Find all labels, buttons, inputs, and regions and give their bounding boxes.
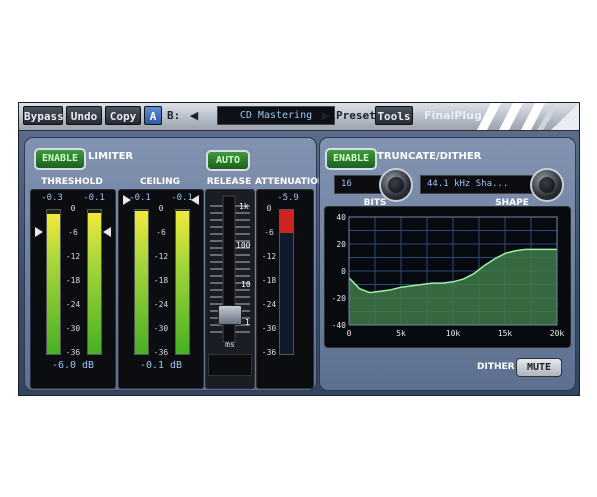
graph-x-tick-label: 15k — [498, 329, 513, 338]
dither-panel: ENABLE TRUNCATE/DITHER 16 BITS 44.1 kHz … — [319, 137, 576, 391]
preset-prev-arrow-icon[interactable]: ◀ — [187, 106, 201, 125]
attenuation-meter-panel: -5.9 0 -6 -12 -18 -24 -30 -36 — [256, 189, 314, 389]
attenuation-label: ATTENUATION — [255, 177, 326, 187]
toolbar: Bypass Undo Copy A B: ◀ CD Mastering ▶ P… — [19, 103, 579, 131]
meter-scale-tick: -24 — [261, 300, 277, 309]
dither-label: DITHER — [477, 362, 515, 372]
noise-shape-chart: 40200-20-400 5k 10k 15k 20k — [332, 213, 565, 338]
graph-y-tick-label: 40 — [336, 213, 346, 222]
limiter-title: LIMITER — [88, 151, 134, 162]
release-readout — [208, 354, 252, 376]
meter-scale-tick: -30 — [153, 324, 169, 333]
ceiling-label: CEILING — [139, 177, 181, 187]
attenuation-meter-fill — [280, 210, 293, 234]
release-auto-button[interactable]: AUTO — [206, 150, 250, 171]
meter-scale-tick: 0 — [158, 204, 164, 213]
meter-scale-tick: -24 — [153, 300, 169, 309]
graph-y-tick-label: -40 — [332, 321, 347, 330]
threshold-readout[interactable]: -6.0 dB — [31, 360, 115, 371]
brand-name: FinalPlug — [424, 109, 482, 122]
meter-scale-tick: -18 — [65, 276, 81, 285]
noise-shape-graph: 40 20 0 -20 -40 0 5k 10k 15k 20k — [324, 206, 571, 348]
meter-scale-tick: -24 — [65, 300, 81, 309]
copy-button[interactable]: Copy — [105, 106, 141, 125]
ceiling-right-meter — [175, 209, 190, 355]
threshold-label: THRESHOLD — [41, 177, 103, 187]
limiter-panel: ENABLE LIMITER AUTO THRESHOLD -0.3 -0.1 … — [24, 137, 326, 391]
threshold-left-peak-value: -0.3 — [41, 193, 63, 203]
graph-x-tick-label: 20k — [550, 329, 565, 338]
ceiling-left-meter-fill — [135, 211, 148, 354]
meter-scale-tick: -30 — [261, 324, 277, 333]
release-fader-handle[interactable] — [218, 304, 242, 325]
release-fader-scale — [210, 195, 250, 343]
threshold-left-meter-fill — [47, 214, 60, 354]
shape-knob[interactable] — [530, 168, 564, 202]
meter-scale-tick: -18 — [153, 276, 169, 285]
graph-x-tick-label: 10k — [446, 329, 461, 338]
threshold-right-peak-value: -0.1 — [83, 193, 105, 203]
threshold-left-meter — [46, 209, 61, 355]
bypass-button[interactable]: Bypass — [23, 106, 64, 125]
plugin-body: ENABLE LIMITER AUTO THRESHOLD -0.3 -0.1 … — [19, 131, 579, 395]
meter-scale-tick: -36 — [65, 348, 81, 357]
mute-button[interactable]: MUTE — [516, 358, 562, 377]
attenuation-value: -5.9 — [277, 193, 299, 203]
graph-x-tick-label: 0 — [347, 329, 352, 338]
release-fader-panel: 1k 100 10 1 ms — [205, 189, 255, 389]
meter-scale-tick: -18 — [261, 276, 277, 285]
meter-scale-tick: -30 — [65, 324, 81, 333]
ceiling-meter-panel: -0.1 -0.1 0 -6 -12 -18 -24 -30 -36 -0.1 dB — [118, 189, 204, 389]
ceiling-right-meter-fill — [176, 211, 189, 354]
ceiling-left-meter — [134, 209, 149, 355]
ab-b-button[interactable]: B: — [167, 106, 185, 125]
release-label: RELEASE — [206, 177, 252, 187]
meter-scale-tick: -12 — [153, 252, 169, 261]
meter-scale-tick: -6 — [68, 228, 78, 237]
meter-scale-tick: -6 — [264, 228, 274, 237]
release-scale-10: 10 — [241, 280, 251, 289]
dither-title: TRUNCATE/DITHER — [377, 151, 482, 162]
meter-scale-tick: -6 — [156, 228, 166, 237]
meter-scale-tick: -12 — [261, 252, 277, 261]
meter-scale-tick: 0 — [70, 204, 76, 213]
ceiling-right-slider-handle[interactable] — [191, 195, 199, 205]
threshold-meter-panel: -0.3 -0.1 0 -6 -12 -18 -24 -30 -36 -6.0 dB — [30, 189, 116, 389]
dither-enable-button[interactable]: ENABLE — [325, 148, 377, 170]
brand-logo-icon — [477, 103, 579, 130]
graph-y-tick-label: -20 — [332, 294, 347, 303]
release-scale-1k: 1k — [239, 202, 249, 211]
bits-field[interactable]: 16 — [334, 175, 384, 194]
bits-knob[interactable] — [379, 168, 413, 202]
threshold-left-slider-handle[interactable] — [35, 227, 43, 237]
preset-next-arrow-icon[interactable]: ▶ — [319, 106, 333, 125]
shape-field[interactable]: 44.1 kHz Sha... — [420, 175, 538, 194]
tools-menu-button[interactable]: Tools — [375, 106, 413, 125]
preset-menu-button[interactable]: Preset — [336, 106, 376, 125]
meter-scale-tick: -36 — [261, 348, 277, 357]
release-unit: ms — [225, 340, 235, 349]
threshold-right-slider-handle[interactable] — [103, 227, 111, 237]
meter-scale-tick: -12 — [65, 252, 81, 261]
graph-y-tick-label: 20 — [336, 240, 346, 249]
release-scale-100: 100 — [236, 241, 251, 250]
threshold-right-meter — [87, 209, 102, 355]
release-scale-1: 1 — [245, 318, 250, 327]
graph-x-tick-label: 5k — [396, 329, 406, 338]
attenuation-meter — [279, 209, 294, 355]
graph-y-tick-label: 0 — [341, 267, 346, 276]
ceiling-readout[interactable]: -0.1 dB — [119, 360, 203, 371]
threshold-right-meter-fill — [88, 212, 101, 354]
meter-scale-tick: 0 — [266, 204, 272, 213]
preset-name-field[interactable]: CD Mastering — [217, 106, 335, 125]
plugin-window: Bypass Undo Copy A B: ◀ CD Mastering ▶ P… — [18, 102, 580, 396]
ceiling-left-slider-handle[interactable] — [123, 195, 131, 205]
undo-button[interactable]: Undo — [66, 106, 102, 125]
meter-scale-tick: -36 — [153, 348, 169, 357]
ab-a-button[interactable]: A — [144, 106, 162, 125]
limiter-enable-button[interactable]: ENABLE — [34, 148, 86, 170]
